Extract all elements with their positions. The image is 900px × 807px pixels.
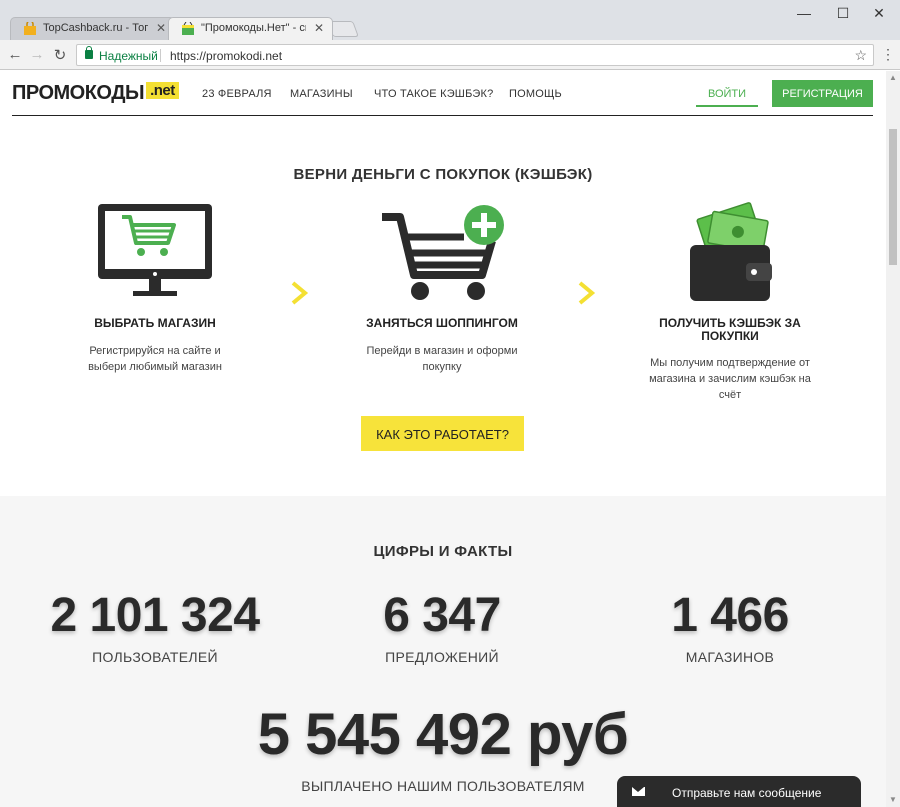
logo-text: ПРОМОКОДЫ bbox=[12, 82, 145, 104]
tab-topcashback[interactable]: TopCashback.ru - Топ лу ✕ bbox=[10, 17, 175, 40]
register-button[interactable]: РЕГИСТРАЦИЯ bbox=[772, 80, 873, 107]
tab-close-icon[interactable]: ✕ bbox=[314, 21, 324, 35]
window-close-icon[interactable]: ✕ bbox=[864, 5, 894, 22]
step-choose-store: ВЫБРАТЬ МАГАЗИН Регистрируйся на сайте и… bbox=[50, 317, 260, 375]
tab-label: TopCashback.ru - Топ лу bbox=[43, 22, 148, 34]
page-content: ПРОМОКОДЫ .net 23 ФЕВРАЛЯ МАГАЗИНЫ ЧТО ТА… bbox=[0, 71, 886, 807]
nav-help[interactable]: ПОМОЩЬ bbox=[509, 88, 562, 100]
facts-title: ЦИФРЫ И ФАКТЫ bbox=[373, 543, 513, 560]
step-shopping: ЗАНЯТЬСЯ ШОППИНГОМ Перейди в магазин и о… bbox=[337, 317, 547, 375]
chevron-right-icon bbox=[291, 281, 309, 305]
scroll-up-icon[interactable]: ▲ bbox=[889, 73, 897, 82]
step-description: Перейди в магазин и оформи покупку bbox=[366, 345, 518, 373]
offers-label: ПРЕДЛОЖЕНИЙ bbox=[385, 649, 499, 665]
logo-badge: .net bbox=[146, 82, 179, 99]
nav-feb23[interactable]: 23 ФЕВРАЛЯ bbox=[202, 88, 272, 100]
users-count: 2 101 324 bbox=[50, 589, 260, 642]
stores-count: 1 466 bbox=[671, 589, 789, 642]
minimize-icon[interactable]: — bbox=[789, 5, 819, 21]
maximize-icon[interactable]: ☐ bbox=[828, 5, 858, 22]
step-title: ПОЛУЧИТЬ КЭШБЭК ЗА ПОКУПКИ bbox=[659, 316, 801, 343]
browser-menu-icon[interactable]: ⋮ bbox=[881, 46, 895, 63]
step-description: Мы получим подтверждение от магазина и з… bbox=[649, 357, 811, 401]
site-header: ПРОМОКОДЫ .net 23 ФЕВРАЛЯ МАГАЗИНЫ ЧТО ТА… bbox=[0, 71, 886, 117]
envelope-icon bbox=[632, 787, 645, 796]
lock-icon bbox=[85, 46, 93, 59]
chevron-right-icon bbox=[578, 281, 596, 305]
bookmark-star-icon[interactable]: ☆ bbox=[854, 47, 867, 64]
site-logo[interactable]: ПРОМОКОДЫ .net bbox=[12, 82, 179, 105]
tab-close-icon[interactable]: ✕ bbox=[156, 21, 166, 35]
offers-count: 6 347 bbox=[383, 589, 501, 642]
chat-widget-button[interactable]: Отправьте нам сообщение bbox=[617, 776, 861, 807]
header-divider bbox=[12, 115, 873, 116]
login-button[interactable]: ВОЙТИ bbox=[696, 81, 758, 107]
wallet-money-icon bbox=[690, 202, 772, 301]
url-text[interactable]: https://promokodi.net bbox=[170, 49, 282, 63]
browser-tab-strip: TopCashback.ru - Топ лу ✕ "Промокоды.Нет… bbox=[0, 0, 900, 40]
monitor-cart-icon bbox=[98, 204, 212, 296]
nav-what-is-cashback[interactable]: ЧТО ТАКОЕ КЭШБЭК? bbox=[374, 88, 493, 100]
scroll-down-icon[interactable]: ▼ bbox=[889, 795, 897, 804]
step-description: Регистрируйся на сайте и выбери любимый … bbox=[88, 345, 222, 373]
browser-toolbar: ← → ↻ Надежный https://promokodi.net ☆ ⋮ bbox=[0, 40, 900, 70]
secure-label: Надежный bbox=[99, 49, 158, 63]
basket-favicon-icon bbox=[182, 22, 194, 35]
divider bbox=[160, 49, 161, 62]
nav-stores[interactable]: МАГАЗИНЫ bbox=[290, 88, 353, 100]
step-title: ЗАНЯТЬСЯ ШОППИНГОМ bbox=[366, 316, 518, 330]
page-scrollbar[interactable]: ▲ ▼ bbox=[886, 71, 900, 807]
chat-label: Отправьте нам сообщение bbox=[672, 786, 822, 800]
how-it-works-button[interactable]: КАК ЭТО РАБОТАЕТ? bbox=[361, 416, 524, 451]
lock-bag-favicon-icon bbox=[24, 22, 36, 35]
how-title: ВЕРНИ ДЕНЬГИ С ПОКУПОК (КЭШБЭК) bbox=[293, 166, 593, 183]
reload-icon[interactable]: ↻ bbox=[51, 46, 69, 64]
forward-icon[interactable]: → bbox=[28, 46, 46, 63]
tab-label: "Промокоды.Нет" - ски bbox=[201, 22, 306, 34]
address-bar[interactable]: Надежный https://promokodi.net ☆ bbox=[76, 44, 874, 66]
step-title: ВЫБРАТЬ МАГАЗИН bbox=[94, 316, 216, 330]
scrollbar-thumb[interactable] bbox=[889, 129, 897, 265]
back-icon[interactable]: ← bbox=[6, 46, 24, 63]
facts-section: ЦИФРЫ И ФАКТЫ 2 101 324 ПОЛЬЗОВАТЕЛЕЙ 6 … bbox=[0, 496, 886, 807]
tab-promokodi[interactable]: "Промокоды.Нет" - ски ✕ bbox=[168, 17, 333, 40]
shopping-cart-plus-icon bbox=[382, 205, 504, 300]
stores-label: МАГАЗИНОВ bbox=[685, 649, 775, 665]
paid-total: 5 545 492 руб bbox=[257, 702, 629, 767]
step-get-cashback: ПОЛУЧИТЬ КЭШБЭК ЗА ПОКУПКИ Мы получим по… bbox=[625, 317, 835, 403]
users-label: ПОЛЬЗОВАТЕЛЕЙ bbox=[92, 649, 218, 665]
